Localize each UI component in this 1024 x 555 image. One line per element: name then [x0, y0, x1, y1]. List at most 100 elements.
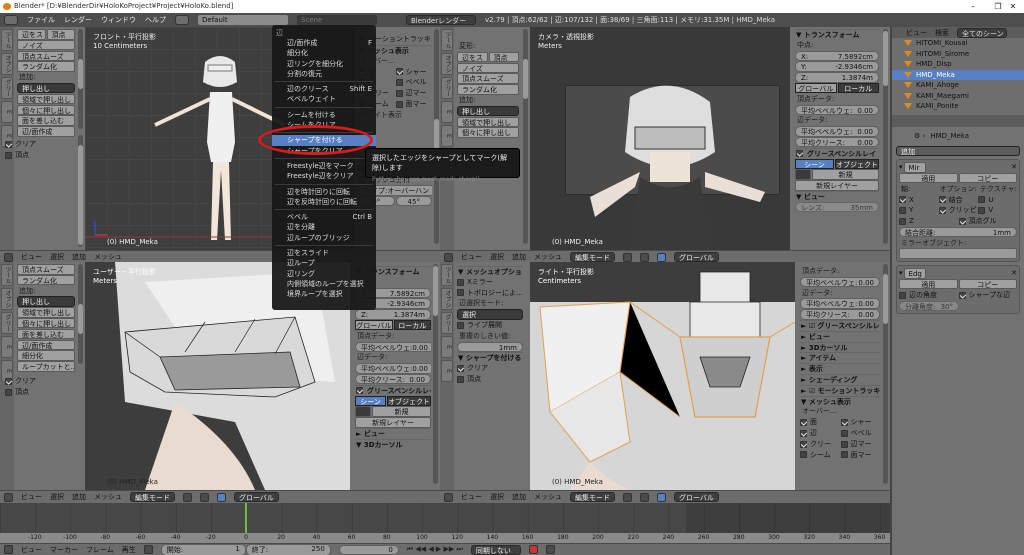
- checkbox[interactable]: クリー: [800, 439, 840, 450]
- viewport-right[interactable]: ライト・平行投影 Centimeters (0) HMD_Meka: [530, 262, 795, 490]
- menu-window[interactable]: ウィンドウ: [101, 15, 136, 25]
- menu-item-entry[interactable]: 境界ループを選択: [272, 289, 376, 299]
- grease-pencil-header[interactable]: グリースペンシルレイ: [355, 384, 431, 396]
- menu-add[interactable]: 追加: [512, 492, 526, 502]
- menu-mesh[interactable]: メッシュ: [94, 492, 122, 502]
- checkbox[interactable]: シャー: [395, 66, 433, 77]
- pencil-icon[interactable]: [355, 406, 371, 417]
- outliner-item[interactable]: KAMI_Ponite: [892, 101, 1024, 112]
- panel-header[interactable]: ▼ メッシュオプション: [457, 266, 523, 277]
- outliner-item[interactable]: HITOMI_Kousai: [892, 38, 1024, 49]
- median-y-field[interactable]: Y:-2.9346cm: [795, 61, 879, 72]
- menu-item-entry[interactable]: 辺を反時計回りに回転: [272, 197, 376, 207]
- tool-button[interactable]: 領域で押し出し: [457, 116, 519, 128]
- close-button[interactable]: ✕: [1000, 0, 1024, 13]
- dropdown[interactable]: 押し出し: [457, 105, 519, 117]
- mirror-object-field[interactable]: [899, 248, 1017, 259]
- tool-button[interactable]: 辺/面作成: [17, 339, 75, 351]
- scrollbar[interactable]: [523, 29, 528, 244]
- playback-controls[interactable]: ⏮ ◀◀ ◀ ▶ ▶▶ ⏭: [407, 545, 463, 554]
- menu-mesh[interactable]: メッシュ: [94, 252, 122, 262]
- mode-dropdown[interactable]: 編集モード: [130, 492, 175, 502]
- shelf-tab[interactable]: E: [441, 336, 453, 358]
- tool-button[interactable]: 辺をス: [457, 51, 488, 63]
- checkbox[interactable]: Xミラー: [457, 277, 523, 288]
- local-toggle[interactable]: ローカル: [393, 319, 431, 331]
- menu-item-entry[interactable]: Freestyle辺をマーク: [272, 161, 376, 171]
- scrollbar[interactable]: [883, 264, 888, 484]
- checkbox[interactable]: U: [978, 194, 1017, 205]
- orientation-dropdown[interactable]: グローバル: [234, 492, 279, 502]
- orientation-dropdown[interactable]: グローバル: [674, 492, 719, 502]
- checkbox[interactable]: 結合: [938, 194, 978, 205]
- view-panel-header[interactable]: ► ビュー: [355, 427, 431, 439]
- menu-view[interactable]: ビュー: [21, 252, 42, 262]
- menu-frame[interactable]: フレーム: [86, 545, 114, 555]
- editor-type-icon[interactable]: [4, 15, 18, 25]
- orientation-dropdown[interactable]: グローバル: [674, 252, 719, 262]
- menu-item-entry[interactable]: Freestyle辺をクリア: [272, 171, 376, 181]
- checkbox[interactable]: クリア: [5, 376, 69, 387]
- menu-item-entry[interactable]: 細分化: [272, 48, 376, 58]
- menu-item-entry[interactable]: ベベルウェイト: [272, 94, 376, 104]
- shelf-tab[interactable]: E: [441, 360, 453, 382]
- scrollbar[interactable]: [883, 29, 888, 244]
- tool-button[interactable]: ランダム化: [457, 84, 519, 95]
- menu-select[interactable]: 選択: [490, 492, 504, 502]
- checkbox[interactable]: 頂点: [5, 387, 69, 398]
- menu-view[interactable]: ビュー: [21, 545, 42, 555]
- manipulator-icon[interactable]: [657, 492, 666, 502]
- tool-button[interactable]: 辺/面作成: [17, 126, 75, 137]
- scrollbar[interactable]: [78, 135, 83, 247]
- collapse-icon[interactable]: ▾: [899, 162, 903, 173]
- tool-button[interactable]: ノイズ: [17, 39, 75, 51]
- menu-view[interactable]: ビュー: [461, 252, 482, 262]
- shelf-tab[interactable]: オプション: [1, 53, 13, 75]
- shelf-tab[interactable]: E: [441, 125, 453, 147]
- shading-icon[interactable]: [623, 492, 632, 502]
- pivot-icon[interactable]: [640, 252, 649, 262]
- menu-marker[interactable]: マーカー: [50, 545, 78, 555]
- checkbox[interactable]: クリア: [457, 363, 523, 374]
- new-layer-button[interactable]: 新規レイヤー: [795, 180, 879, 191]
- scene-field[interactable]: Scene: [297, 15, 377, 25]
- menu-item-entry[interactable]: 分割の復元: [272, 69, 376, 79]
- menu-add[interactable]: 追加: [72, 492, 86, 502]
- panel-header[interactable]: ► シェーディング: [800, 373, 880, 385]
- menu-item-entry[interactable]: 辺/面作成 F: [272, 38, 376, 48]
- scene-toggle[interactable]: シーン: [795, 158, 834, 170]
- timeline-ruler[interactable]: -120 -100 -80 -60 -40 -20 0 20 40 60 80 100 120 140 16…: [0, 533, 890, 543]
- outliner-item[interactable]: HITOMI_Sirome: [892, 49, 1024, 60]
- checkbox[interactable]: Y: [899, 205, 938, 216]
- menu-select[interactable]: 選択: [490, 252, 504, 262]
- modifier-name-field[interactable]: Edg: [903, 268, 926, 279]
- checkbox[interactable]: トポロジーによ...: [457, 288, 523, 299]
- split-angle-field[interactable]: 分離角度: 30°: [899, 300, 959, 312]
- number-field[interactable]: 平均ベベルウェ: 0.00: [800, 276, 880, 288]
- scrollbar[interactable]: [78, 264, 83, 364]
- menu-add[interactable]: 追加: [512, 252, 526, 262]
- display-mode-dropdown[interactable]: 全てのシーン: [957, 27, 1007, 38]
- tool-button[interactable]: 面を差し込む: [17, 328, 75, 340]
- apply-button[interactable]: 適用: [899, 278, 958, 290]
- timeline-track[interactable]: [0, 503, 890, 533]
- start-frame-field[interactable]: 開始: 1: [160, 544, 246, 555]
- sync-dropdown[interactable]: 同期しない: [470, 544, 521, 555]
- scrollbar[interactable]: [78, 29, 83, 129]
- panel-header[interactable]: ► 表示: [800, 363, 880, 374]
- screen-layout-icon[interactable]: [175, 15, 189, 25]
- render-engine-dropdown[interactable]: Blenderレンダー: [406, 15, 476, 25]
- number-field[interactable]: 平均ベベルウェ: 0.00: [800, 298, 880, 309]
- checkbox[interactable]: 辺マー: [840, 439, 881, 450]
- editor-type-icon[interactable]: [444, 252, 453, 262]
- menu-help[interactable]: ヘルプ: [145, 15, 166, 25]
- menu-item-entry[interactable]: 辺をスライド: [272, 248, 376, 258]
- merge-distance-field[interactable]: 結合距離: 1mm: [899, 226, 1017, 238]
- shelf-tab[interactable]: オプション: [441, 53, 453, 75]
- edge-bevel-weight-field[interactable]: 平均ベベルウェ: 0.00: [355, 363, 431, 374]
- menu-item-entry[interactable]: 辺を時計回りに回転: [272, 187, 376, 197]
- object-toggle[interactable]: オブジェクト: [835, 158, 879, 170]
- shelf-tab[interactable]: ツール: [1, 29, 13, 51]
- tool-button[interactable]: 頂点: [46, 29, 75, 40]
- tool-button[interactable]: 領域で押し出し: [17, 307, 75, 318]
